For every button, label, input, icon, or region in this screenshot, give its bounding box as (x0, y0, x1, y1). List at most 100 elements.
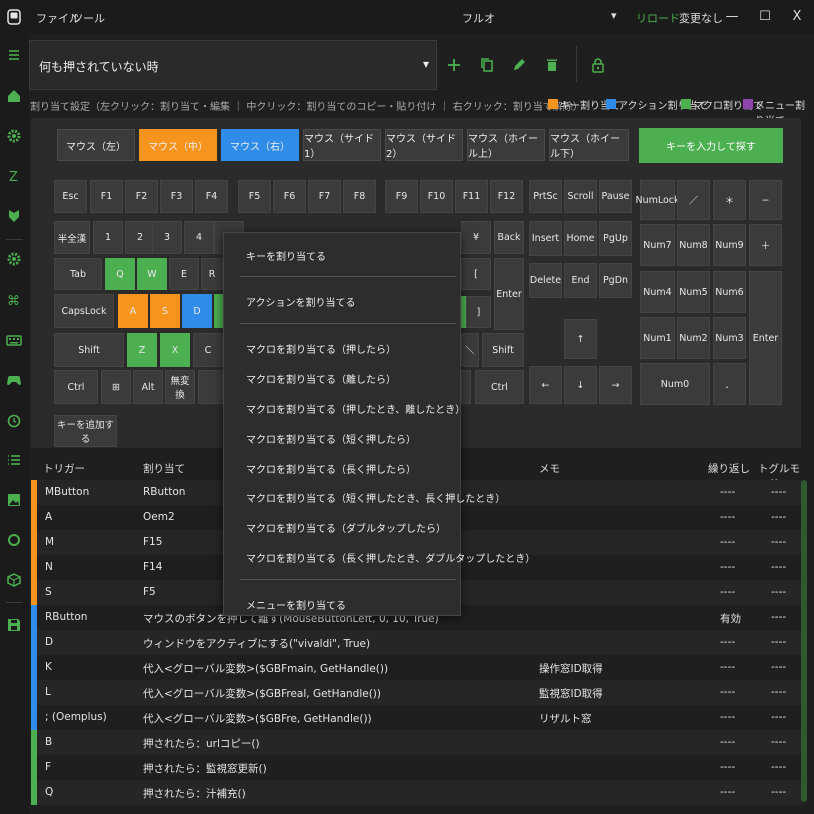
table-row[interactable]: ; (Oemplus) 代入<グローバル変数>($GBFre, GetHandle… (31, 705, 801, 730)
table-row[interactable]: D ウィンドウをアクティブにする("vivaldi", True) ---- ---- (31, 630, 801, 655)
sleep-icon[interactable]: Z (5, 167, 23, 185)
key-f7[interactable]: F7 (308, 180, 341, 213)
maximize-button[interactable]: ☐ (754, 6, 776, 28)
profile-select[interactable]: 何も押されていない時 ▾ (29, 40, 437, 90)
key-numlock[interactable]: NumLock (635, 180, 680, 220)
key-insert[interactable]: Insert (529, 221, 562, 256)
menu-item-macro-press-release[interactable]: マクロを割り当てる（押したとき、離したとき） (246, 401, 465, 416)
key-num-minus[interactable]: − (749, 180, 782, 220)
key-alt[interactable]: Alt (133, 370, 163, 404)
table-row[interactable]: K 代入<グローバル変数>($GBFmain, GetHandle()) 操作窓ID… (31, 655, 801, 680)
key-num-asterisk[interactable]: ＊ (713, 180, 746, 220)
key-yen[interactable]: ¥ (461, 221, 491, 254)
key-e[interactable]: E (169, 258, 199, 290)
gear-icon[interactable] (5, 127, 23, 145)
mouse-right-button[interactable]: マウス（右） (221, 129, 299, 161)
key-1[interactable]: 1 (93, 221, 123, 254)
lock-icon[interactable] (589, 56, 607, 74)
key-hankaku[interactable]: 半全漢 (54, 221, 90, 254)
key-num3[interactable]: Num3 (713, 317, 746, 359)
key-f5[interactable]: F5 (238, 180, 271, 213)
key-f9[interactable]: F9 (385, 180, 418, 213)
key-w[interactable]: W (137, 258, 167, 290)
key-esc[interactable]: Esc (54, 180, 87, 213)
add-key-button[interactable]: キーを追加する (54, 415, 117, 447)
key-up[interactable]: ↑ (564, 319, 597, 359)
reload-button[interactable]: リロード (636, 10, 680, 26)
key-enter[interactable]: Enter (494, 258, 524, 330)
key-shift-left[interactable]: Shift (54, 333, 124, 367)
menu-item-assign-menu[interactable]: メニューを割り当てる (246, 597, 346, 612)
key-a[interactable]: A (118, 294, 148, 328)
key-capslock[interactable]: CapsLock (54, 294, 114, 328)
menu-item-macro-release[interactable]: マクロを割り当てる（離したら） (246, 371, 396, 386)
key-f8[interactable]: F8 (343, 180, 376, 213)
header-repeat[interactable]: 繰り返し (708, 461, 750, 476)
key-pgup[interactable]: PgUp (599, 221, 632, 256)
key-2[interactable]: 2 (125, 221, 155, 254)
key-f10[interactable]: F10 (420, 180, 453, 213)
minimize-button[interactable]: — (721, 6, 743, 28)
add-icon[interactable] (445, 56, 463, 74)
key-num1[interactable]: Num1 (640, 317, 675, 359)
header-trigger[interactable]: トリガー (43, 461, 85, 476)
key-pause[interactable]: Pause (599, 180, 632, 213)
key-bracket-close[interactable]: ] (466, 296, 491, 328)
key-num0[interactable]: Num0 (640, 363, 710, 405)
key-q[interactable]: Q (105, 258, 135, 290)
key-num-plus[interactable]: ＋ (749, 224, 782, 266)
circle-icon[interactable] (5, 531, 23, 549)
key-windows[interactable]: ⊞ (101, 370, 131, 404)
key-4[interactable]: 4 (184, 221, 214, 254)
image-icon[interactable] (5, 491, 23, 509)
key-s[interactable]: S (150, 294, 180, 328)
key-right[interactable]: → (599, 366, 632, 404)
gamepad-icon[interactable] (5, 371, 23, 389)
key-ctrl-right[interactable]: Ctrl (475, 370, 524, 404)
key-num-dot[interactable]: ． (713, 363, 746, 405)
key-num7[interactable]: Num7 (640, 224, 675, 266)
key-r[interactable]: R (201, 258, 223, 290)
key-num4[interactable]: Num4 (640, 271, 675, 313)
key-home[interactable]: Home (564, 221, 597, 256)
menu-item-macro-short[interactable]: マクロを割り当てる（短く押したら） (246, 431, 416, 446)
table-row[interactable]: F 押されたら：監視窓更新() ---- ---- (31, 755, 801, 780)
key-space[interactable] (198, 370, 223, 404)
key-pgdn[interactable]: PgDn (599, 263, 632, 298)
key-shift-right[interactable]: Shift (482, 333, 524, 367)
key-f4[interactable]: F4 (195, 180, 228, 213)
table-scrollbar[interactable] (801, 480, 807, 802)
key-f12[interactable]: F12 (490, 180, 523, 213)
key-num2[interactable]: Num2 (677, 317, 710, 359)
menu-tool[interactable]: ツール (72, 10, 105, 26)
mouse-middle-button[interactable]: マウス（中） (139, 129, 217, 161)
command-icon[interactable]: ⌘ (5, 291, 23, 309)
cube-icon[interactable] (5, 571, 23, 589)
menu-item-macro-long[interactable]: マクロを割り当てる（長く押したら） (246, 461, 416, 476)
menu-item-assign-key[interactable]: キーを割り当てる (246, 248, 326, 263)
menu-item-macro-long-double[interactable]: マクロを割り当てる（長く押したとき、ダブルタップしたとき） (246, 550, 535, 565)
alarm-clock-icon[interactable] (5, 411, 23, 429)
key-scroll[interactable]: Scroll (564, 180, 597, 213)
hamburger-menu-icon[interactable] (5, 46, 23, 64)
key-x[interactable]: X (160, 333, 190, 367)
key-num9[interactable]: Num9 (713, 224, 746, 266)
key-down[interactable]: ↓ (564, 366, 597, 404)
key-backslash[interactable]: ＼ (461, 333, 479, 367)
keyboard-icon[interactable] (5, 331, 23, 349)
key-num-enter[interactable]: Enter (749, 271, 782, 405)
copy-icon[interactable] (478, 56, 496, 74)
key-f3[interactable]: F3 (160, 180, 193, 213)
key-end[interactable]: End (564, 263, 597, 298)
key-num6[interactable]: Num6 (713, 271, 746, 313)
menu-item-macro-double[interactable]: マクロを割り当てる（ダブルタップしたら） (246, 520, 446, 535)
chevron-down-icon[interactable]: ▾ (611, 9, 617, 22)
key-f1[interactable]: F1 (90, 180, 123, 213)
list-icon[interactable] (5, 451, 23, 469)
save-icon[interactable] (5, 616, 23, 634)
key-num8[interactable]: Num8 (677, 224, 710, 266)
table-row[interactable]: Q 押されたら：汁補充() ---- ---- (31, 780, 801, 805)
header-assign[interactable]: 割り当て (143, 461, 185, 476)
key-f6[interactable]: F6 (273, 180, 306, 213)
key-num5[interactable]: Num5 (677, 271, 710, 313)
